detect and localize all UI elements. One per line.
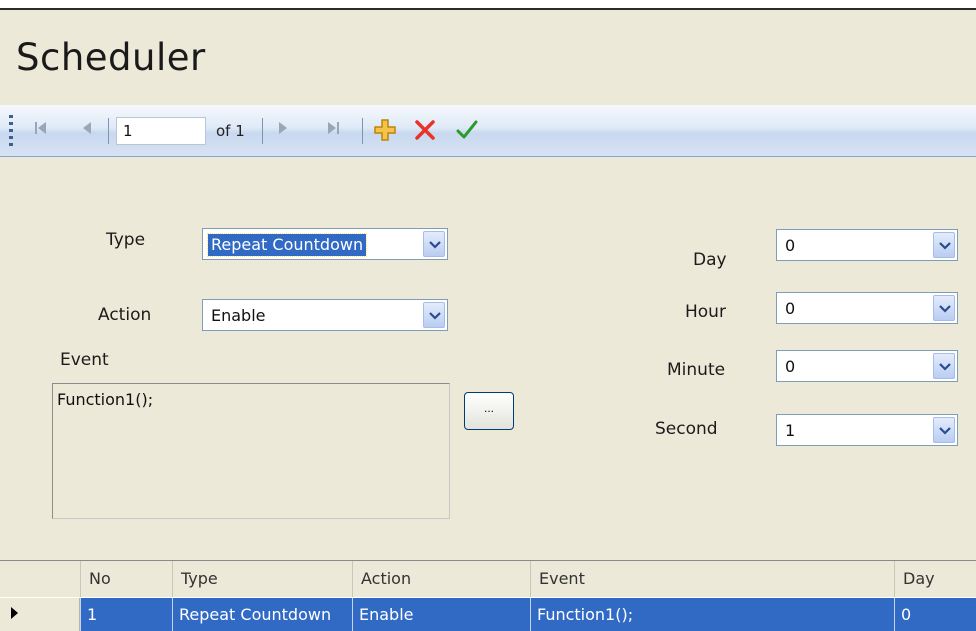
cell-event[interactable]: Function1(); (530, 598, 894, 631)
event-textarea[interactable]: Function1(); (52, 383, 450, 519)
cell-action[interactable]: Enable (352, 598, 530, 631)
type-label: Type (106, 230, 146, 250)
header-corner (0, 561, 80, 597)
hour-label: Hour (685, 302, 726, 322)
move-last-icon[interactable] (322, 119, 344, 143)
move-previous-icon[interactable] (76, 119, 98, 143)
day-value: 0 (785, 236, 796, 255)
second-label: Second (655, 419, 718, 439)
cell-no[interactable]: 1 (80, 598, 172, 631)
column-header-event[interactable]: Event (530, 561, 894, 597)
position-input[interactable]: 1 (116, 117, 206, 145)
cell-type[interactable]: Repeat Countdown (172, 598, 352, 631)
column-header-no[interactable]: No (80, 561, 172, 597)
move-first-icon[interactable] (30, 119, 52, 143)
scheduler-grid: No Type Action Event Day 1 Repeat Countd… (0, 560, 976, 631)
binding-navigator-toolbar: 1 of 1 (0, 105, 976, 157)
move-next-icon[interactable] (272, 119, 294, 143)
toolbar-separator (108, 118, 109, 144)
toolbar-separator (262, 118, 263, 144)
save-check-icon[interactable] (455, 118, 479, 142)
table-row[interactable]: 1 Repeat Countdown Enable Function1(); 0 (0, 598, 976, 631)
hour-value: 0 (785, 299, 796, 318)
type-value: Repeat Countdown (206, 233, 368, 257)
browse-event-button[interactable]: ... (464, 392, 514, 430)
type-combobox[interactable]: Repeat Countdown (202, 228, 448, 260)
event-label: Event (60, 350, 109, 370)
minute-label: Minute (667, 360, 726, 380)
hour-combobox[interactable]: 0 (776, 292, 958, 324)
delete-icon[interactable] (414, 119, 436, 141)
day-combobox[interactable]: 0 (776, 229, 958, 261)
cell-day[interactable]: 0 (894, 598, 976, 631)
record-count-label: of 1 (216, 122, 245, 140)
column-header-type[interactable]: Type (172, 561, 352, 597)
chevron-down-icon[interactable] (933, 353, 955, 379)
row-header[interactable] (0, 598, 80, 631)
grid-header: No Type Action Event Day (0, 561, 976, 597)
chevron-down-icon[interactable] (423, 231, 445, 257)
chevron-down-icon[interactable] (423, 302, 445, 328)
chevron-down-icon[interactable] (933, 417, 955, 443)
toolbar-separator (362, 118, 363, 144)
add-new-icon[interactable] (373, 118, 397, 142)
second-combobox[interactable]: 1 (776, 414, 958, 446)
current-row-arrow-icon (10, 606, 20, 625)
action-combobox[interactable]: Enable (202, 299, 448, 331)
toolbar-grip[interactable] (9, 115, 13, 147)
second-value: 1 (785, 421, 796, 440)
chevron-down-icon[interactable] (933, 232, 955, 258)
minute-combobox[interactable]: 0 (776, 350, 958, 382)
day-label: Day (693, 250, 727, 270)
action-value: Enable (211, 306, 266, 325)
column-header-day[interactable]: Day (894, 561, 976, 597)
scheduler-window: Scheduler 1 of 1 Type Repeat Countdown A… (0, 8, 976, 631)
minute-value: 0 (785, 357, 796, 376)
chevron-down-icon[interactable] (933, 295, 955, 321)
page-title: Scheduler (16, 36, 206, 79)
column-header-action[interactable]: Action (352, 561, 530, 597)
action-label: Action (98, 305, 152, 325)
